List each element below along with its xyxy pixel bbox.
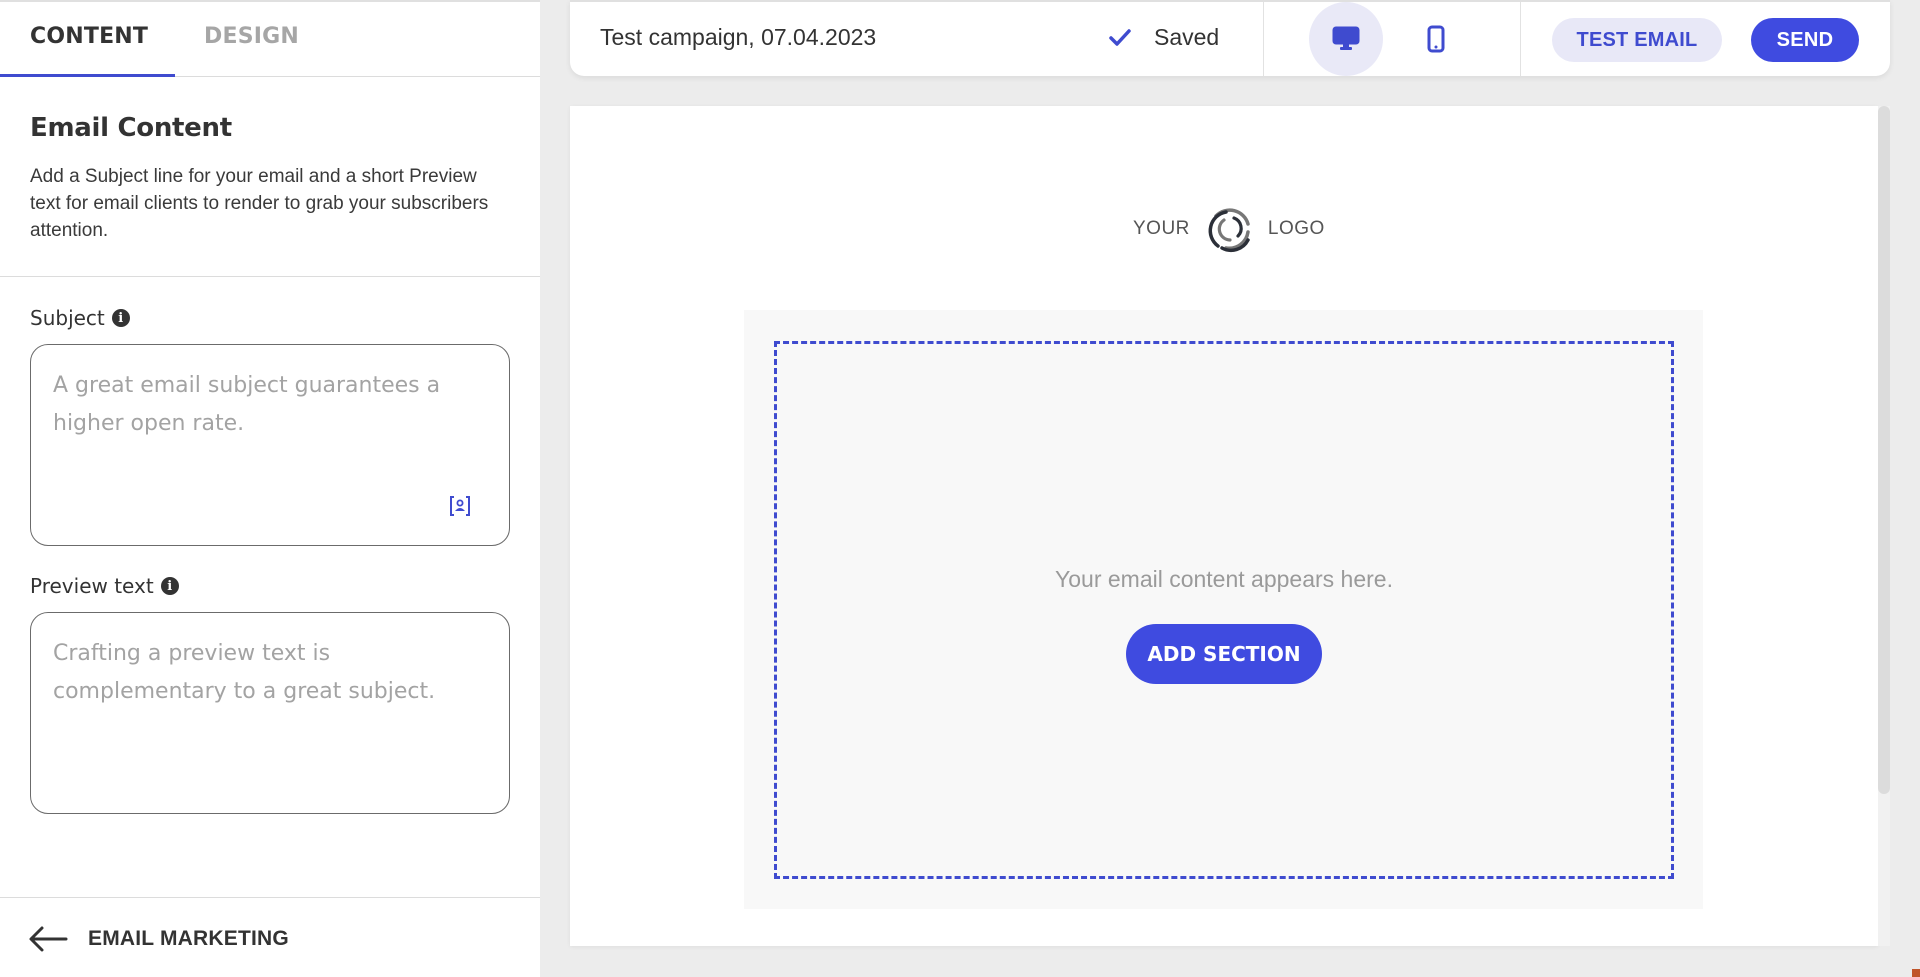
- active-tab-indicator: [0, 74, 175, 77]
- sidebar: CONTENT DESIGN Email Content Add a Subje…: [0, 0, 540, 977]
- mobile-view-button[interactable]: [1399, 2, 1473, 76]
- preview-text-input[interactable]: Crafting a preview text is complementary…: [30, 612, 510, 814]
- arrow-left-icon: [29, 926, 68, 951]
- save-status: Saved: [1108, 24, 1219, 51]
- tab-bar: CONTENT DESIGN: [0, 2, 540, 77]
- preview-label-text: Preview text: [30, 574, 154, 598]
- tab-content[interactable]: CONTENT: [30, 24, 148, 49]
- window-corner: [1912, 969, 1920, 977]
- section-title: Email Content: [30, 113, 232, 143]
- toolbar-divider: [1263, 2, 1264, 76]
- back-label: EMAIL MARKETING: [88, 926, 289, 950]
- toolbar-divider: [1520, 2, 1521, 76]
- logo-text-right: LOGO: [1267, 218, 1325, 239]
- preview-label: Preview text i: [30, 572, 510, 600]
- scrollbar-thumb[interactable]: [1878, 106, 1890, 794]
- content-placeholder: Your email content appears here.: [1055, 566, 1393, 592]
- desktop-icon: [1332, 26, 1360, 50]
- add-section-button[interactable]: ADD SECTION: [1126, 624, 1322, 684]
- save-status-text: Saved: [1154, 24, 1220, 50]
- preview-placeholder: Crafting a preview text is complementary…: [53, 641, 436, 704]
- test-email-button[interactable]: TEST EMAIL: [1552, 18, 1722, 62]
- email-content-header: Email Content Add a Subject line for you…: [0, 77, 540, 277]
- logo-icon: [1208, 208, 1250, 253]
- back-to-email-marketing[interactable]: EMAIL MARKETING: [0, 897, 540, 977]
- canvas-scrollbar[interactable]: [1878, 106, 1890, 946]
- info-icon[interactable]: i: [160, 577, 179, 595]
- subject-label: Subject i: [30, 304, 510, 332]
- section-description: Add a Subject line for your email and a …: [30, 166, 489, 241]
- mobile-icon: [1427, 25, 1445, 53]
- subject-field: Subject i A great email subject guarante…: [30, 304, 510, 546]
- subject-input[interactable]: A great email subject guarantees a highe…: [30, 344, 510, 546]
- subject-label-text: Subject: [30, 306, 105, 330]
- personalize-icon[interactable]: [449, 495, 471, 517]
- section-dropzone[interactable]: Your email content appears here. ADD SEC…: [774, 341, 1674, 879]
- logo-text-left: YOUR: [1133, 218, 1190, 239]
- logo-placeholder[interactable]: YOUR LOGO: [1133, 202, 1325, 256]
- preview-text-field: Preview text i Crafting a preview text i…: [30, 572, 510, 814]
- send-button[interactable]: SEND: [1751, 18, 1859, 62]
- campaign-name[interactable]: Test campaign, 07.04.2023: [600, 24, 876, 51]
- info-icon[interactable]: i: [111, 309, 130, 327]
- check-icon: [1109, 28, 1131, 46]
- subject-placeholder: A great email subject guarantees a highe…: [53, 373, 441, 436]
- tab-design[interactable]: DESIGN: [204, 24, 299, 49]
- editor-toolbar: Test campaign, 07.04.2023 Saved TEST EMA…: [570, 0, 1890, 76]
- desktop-view-button[interactable]: [1309, 2, 1383, 76]
